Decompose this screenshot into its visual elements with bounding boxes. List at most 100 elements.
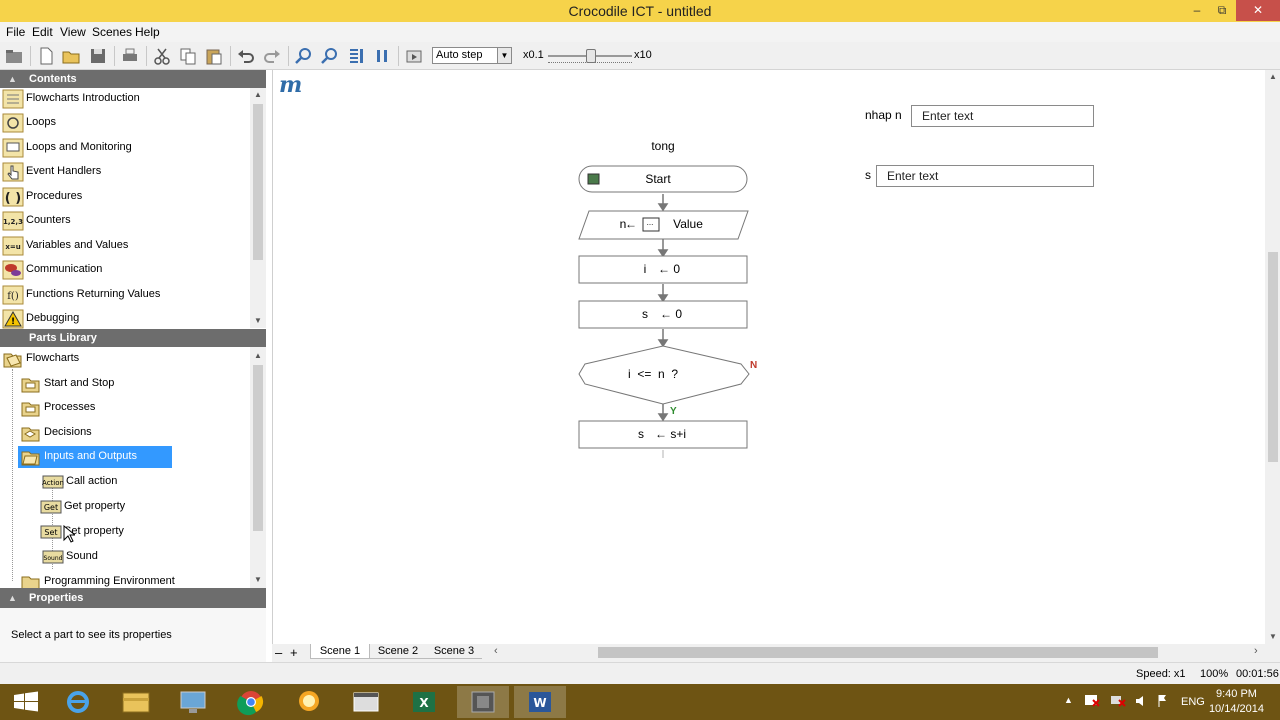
contents-item-event-handlers[interactable]: Event Handlers <box>0 161 250 183</box>
chevron-down-icon[interactable]: ▼ <box>1265 630 1280 644</box>
computer-icon[interactable] <box>167 686 219 718</box>
tab-scene-2[interactable]: Scene 2 <box>370 644 426 659</box>
restore-button[interactable]: ⧉ <box>1208 0 1236 21</box>
speed-max-label: x10 <box>634 49 652 61</box>
window-icon[interactable] <box>340 686 392 718</box>
word-icon[interactable]: W <box>514 686 566 718</box>
scrollbar-thumb[interactable] <box>253 104 263 260</box>
collapse-icon[interactable]: ▲ <box>8 588 17 608</box>
zoom-in-icon[interactable] <box>294 46 314 66</box>
contents-item-counters[interactable]: 1,2,3 Counters <box>0 210 250 232</box>
contents-item-procedures[interactable]: ( ) Procedures <box>0 186 250 208</box>
open-folder-icon[interactable] <box>61 46 81 66</box>
contents-item-communication[interactable]: Communication <box>0 259 250 281</box>
scroll-right-icon[interactable]: › <box>1254 645 1258 657</box>
contents-scrollbar[interactable]: ▲ ▼ <box>250 88 266 328</box>
menu-help[interactable]: Help <box>135 25 160 39</box>
tab-scene-3[interactable]: Scene 3 <box>426 644 482 659</box>
open-folder-icon <box>2 349 24 369</box>
input-value: Value <box>673 217 703 231</box>
contents-item-flowcharts-introduction[interactable]: Flowcharts Introduction <box>0 88 250 110</box>
collapse-icon[interactable]: ▲ <box>8 70 17 88</box>
speed-slider[interactable] <box>548 49 632 65</box>
tree-item-programming-environment[interactable]: Programming Environment <box>18 571 268 588</box>
show-hidden-icons-icon[interactable]: ▲ <box>1064 695 1073 705</box>
add-scene-button[interactable]: + <box>290 645 298 660</box>
menu-file[interactable]: File <box>6 25 25 39</box>
chevron-down-icon[interactable]: ▼ <box>250 573 266 587</box>
horizontal-scrollbar-thumb[interactable] <box>598 647 1158 658</box>
cut-icon[interactable] <box>152 46 172 66</box>
menu-scenes[interactable]: Scenes <box>92 25 132 39</box>
parts-scrollbar[interactable]: ▲ ▼ <box>250 347 266 588</box>
step-mode-select[interactable]: Auto step ▼ <box>432 47 512 64</box>
menu-edit[interactable]: Edit <box>32 25 53 39</box>
flowchart-canvas[interactable]: m tong Start n ← ... Value i ← 0 s ← 0 i… <box>272 70 1280 644</box>
copy-icon[interactable] <box>178 46 198 66</box>
internet-explorer-icon[interactable] <box>52 686 104 718</box>
tree-item-start-and-stop[interactable]: Start and Stop <box>18 373 268 395</box>
close-button[interactable]: ✕ <box>1236 0 1280 21</box>
new-file-icon[interactable] <box>36 46 56 66</box>
action-center-icon[interactable] <box>1084 694 1100 708</box>
file-explorer-icon[interactable] <box>110 686 162 718</box>
contents-item-variables-and-values[interactable]: x=u Variables and Values <box>0 235 250 257</box>
flowchart-title: tong <box>651 139 675 153</box>
paste-icon[interactable] <box>204 46 224 66</box>
tree-item-processes[interactable]: Processes <box>18 397 268 419</box>
tree-item-flowcharts[interactable]: Flowcharts <box>0 348 250 370</box>
volume-icon[interactable] <box>1134 694 1150 708</box>
start-button[interactable] <box>0 686 52 718</box>
tree-item-decisions[interactable]: Decisions <box>18 422 268 444</box>
media-icon[interactable] <box>457 686 509 718</box>
canvas-vertical-scrollbar[interactable]: ▲ ▼ <box>1265 70 1280 644</box>
flowchart-icon <box>2 89 24 109</box>
step-icon[interactable] <box>346 46 366 66</box>
pause-icon[interactable] <box>372 46 392 66</box>
crocodile-icon[interactable] <box>283 686 335 718</box>
contents-item-label: Procedures <box>26 190 83 202</box>
chevron-up-icon[interactable]: ▲ <box>250 349 266 363</box>
scrollbar-thumb[interactable] <box>253 365 263 531</box>
open-contents-icon[interactable] <box>4 46 24 66</box>
tree-item-label: Programming Environment <box>44 575 175 587</box>
tree-guide <box>12 369 13 581</box>
slider-thumb[interactable] <box>586 49 596 63</box>
nhap-n-input[interactable]: Enter text <box>911 105 1094 127</box>
language-indicator[interactable]: ENG <box>1181 696 1205 708</box>
warning-icon: ! <box>2 309 24 329</box>
menu-view[interactable]: View <box>60 25 86 39</box>
flag-icon[interactable] <box>1157 694 1167 708</box>
network-icon[interactable] <box>1110 694 1126 708</box>
chevron-down-icon[interactable]: ▼ <box>250 314 266 328</box>
zoom-status: 100% <box>1200 668 1229 680</box>
contents-item-functions-returning-values[interactable]: f() Functions Returning Values <box>0 284 250 306</box>
properties-header[interactable]: ▲ Properties <box>0 588 266 608</box>
contents-header[interactable]: ▲ Contents <box>0 70 266 88</box>
chrome-icon[interactable] <box>225 686 277 718</box>
scroll-left-icon[interactable]: ‹ <box>494 645 498 657</box>
remove-scene-button[interactable]: – <box>275 645 282 660</box>
tab-scene-1[interactable]: Scene 1 <box>310 644 370 659</box>
system-clock[interactable]: 9:40 PM 10/14/2014 <box>1209 687 1264 717</box>
save-icon[interactable] <box>88 46 108 66</box>
redo-icon[interactable] <box>262 46 282 66</box>
contents-item-loops[interactable]: Loops <box>0 112 250 134</box>
zoom-out-icon[interactable] <box>320 46 340 66</box>
tree-item-inputs-and-outputs[interactable]: Inputs and Outputs <box>18 446 172 468</box>
s-input[interactable]: Enter text <box>876 165 1094 187</box>
chevron-up-icon[interactable]: ▲ <box>1265 70 1280 84</box>
counter-icon: 1,2,3 <box>2 211 24 231</box>
print-icon[interactable] <box>120 46 140 66</box>
chevron-up-icon[interactable]: ▲ <box>250 88 266 102</box>
run-mode-icon[interactable] <box>404 46 424 66</box>
function-icon: f() <box>2 285 24 305</box>
parts-library-header[interactable]: Parts Library <box>0 329 266 347</box>
contents-item-loops-and-monitoring[interactable]: Loops and Monitoring <box>0 137 250 159</box>
undo-icon[interactable] <box>236 46 256 66</box>
excel-icon[interactable]: X <box>398 686 450 718</box>
scrollbar-thumb[interactable] <box>1268 252 1278 462</box>
chevron-down-icon[interactable]: ▼ <box>497 48 511 63</box>
contents-item-debugging[interactable]: ! Debugging <box>0 308 250 330</box>
action-badge-icon: Action <box>42 472 64 492</box>
